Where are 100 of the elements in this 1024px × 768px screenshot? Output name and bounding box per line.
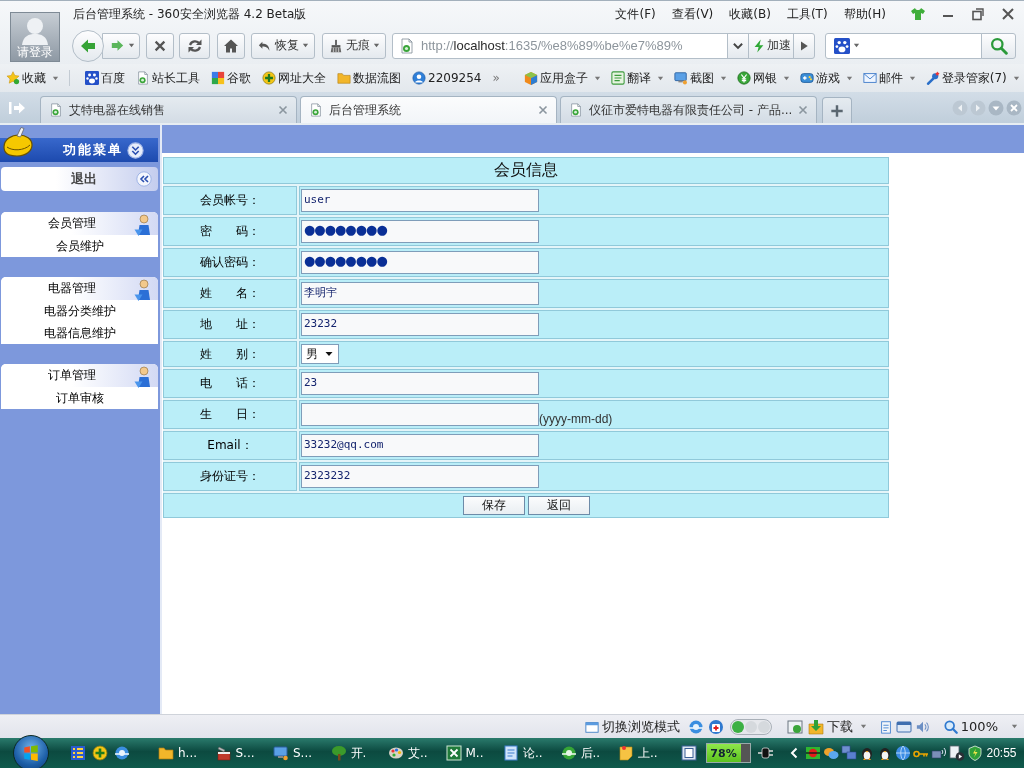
search-button[interactable]: [981, 32, 1016, 59]
downloads-button[interactable]: 下载: [807, 717, 867, 736]
envelope-icon: [862, 71, 877, 85]
caret-icon: [372, 42, 380, 49]
double-chevron-down-icon[interactable]: [127, 141, 144, 159]
taskbar-button[interactable]: h...: [158, 740, 216, 766]
go-button[interactable]: [793, 32, 815, 59]
shield-icon[interactable]: [966, 745, 983, 761]
list-icon[interactable]: [70, 745, 86, 761]
mode-switch-button[interactable]: 切换浏览模式: [584, 717, 680, 736]
wireless-monitor-icon[interactable]: [930, 745, 947, 761]
globe-icon[interactable]: [894, 745, 911, 761]
chat-bubbles-icon[interactable]: [822, 745, 839, 761]
input-field[interactable]: 2323232: [301, 465, 539, 488]
menu-group-title[interactable]: 电器管理: [1, 280, 134, 297]
search-field[interactable]: [825, 32, 982, 59]
restore-button[interactable]: [970, 6, 986, 22]
document-play-icon[interactable]: [948, 745, 965, 761]
bookmark-link[interactable]: 网址大全: [262, 68, 326, 88]
cross-icon: [153, 38, 167, 53]
menu-group-title[interactable]: 会员管理: [1, 215, 134, 232]
password-field[interactable]: ●●●●●●●●: [301, 220, 539, 243]
paw-icon: [85, 71, 99, 85]
window-icon: [584, 719, 599, 734]
stop-button[interactable]: [146, 32, 174, 59]
skin-button[interactable]: [910, 6, 926, 22]
close-tab-icon[interactable]: [538, 105, 548, 115]
browser-tab[interactable]: 艾特电器在线销售: [40, 96, 297, 123]
text-box-icon: [610, 71, 625, 85]
input-field[interactable]: 23232: [301, 313, 539, 336]
toolbar-menu-button[interactable]: 翻译: [610, 68, 664, 88]
taskbar-button[interactable]: S...: [273, 740, 331, 766]
record-icon[interactable]: [804, 745, 821, 761]
browser-icon[interactable]: [114, 745, 130, 761]
close-button[interactable]: [1000, 6, 1016, 22]
menu-group-title[interactable]: 订单管理: [1, 367, 134, 384]
menu-item[interactable]: 帮助(H): [843, 5, 886, 23]
browser-tab[interactable]: 仪征市爱特电器有限责任公司 - 产品...: [560, 96, 817, 123]
restore-tabs-button[interactable]: 恢复: [251, 32, 315, 59]
menu-item[interactable]: 文件(F): [615, 5, 656, 23]
back-button[interactable]: [72, 29, 104, 62]
menu-item[interactable]: 工具(T): [786, 5, 828, 23]
home-button[interactable]: [217, 32, 245, 59]
menu-item[interactable]: 收藏(B): [729, 5, 771, 23]
logout-button[interactable]: 退出: [1, 167, 158, 191]
chevron-left-icon[interactable]: [789, 747, 798, 759]
address-field[interactable]: http://localhost:1635/%e8%89%be%e7%89%: [392, 32, 728, 59]
taskbar-button[interactable]: 上..: [618, 740, 676, 766]
hat-icon: [2, 126, 34, 160]
monitor-icon: [273, 745, 289, 761]
toolbar-menu-button[interactable]: 应用盒子: [523, 68, 601, 88]
taskbar-button[interactable]: 后..: [560, 740, 618, 766]
more-bookmarks-button[interactable]: »: [492, 68, 500, 88]
bookmark-link[interactable]: 谷歌: [211, 68, 251, 88]
caret-icon: [1012, 74, 1020, 82]
plus-circle-icon[interactable]: [92, 745, 108, 761]
bookmark-link[interactable]: 2209254: [412, 68, 482, 88]
incognito-button[interactable]: 无痕: [322, 32, 386, 59]
document-box-icon[interactable]: [680, 745, 697, 761]
first-aid-icon[interactable]: [707, 718, 724, 735]
refresh-button[interactable]: [179, 32, 210, 59]
accelerate-button[interactable]: 加速: [748, 32, 794, 59]
sidebar-link[interactable]: 电器分类维护: [1, 300, 158, 322]
bookmark-link[interactable]: 站长工具: [136, 68, 200, 88]
menu-item[interactable]: 查看(V): [671, 5, 714, 23]
new-tab-button[interactable]: [822, 97, 852, 123]
toolbar-menu-button[interactable]: 登录管家(7): [925, 68, 1020, 88]
browser-tab[interactable]: 后台管理系统: [300, 96, 557, 123]
input-field[interactable]: user: [301, 189, 539, 212]
address-dropdown-button[interactable]: [727, 32, 749, 59]
toolbar-menu-button[interactable]: 截图: [673, 68, 727, 88]
toolbar-menu-button[interactable]: 网银: [736, 68, 790, 88]
input-field[interactable]: 33232@qq.com: [301, 434, 539, 457]
clipboard-icon[interactable]: [878, 719, 893, 734]
bookmark-link[interactable]: 百度: [85, 68, 125, 88]
taskbar-button[interactable]: M..: [445, 740, 503, 766]
bookmark-link[interactable]: 数据流图: [337, 68, 401, 88]
toolbar-menu-button[interactable]: 邮件: [862, 68, 916, 88]
zoom-button[interactable]: 100%: [943, 719, 1018, 734]
download-icon: [807, 718, 824, 735]
toolbar-menu-button[interactable]: 游戏: [799, 68, 853, 88]
form-button[interactable]: 返回: [527, 496, 590, 515]
card-icon[interactable]: [895, 718, 912, 735]
sidebar-toggle-icon[interactable]: [8, 99, 26, 116]
input-field[interactable]: 李明宇: [301, 282, 539, 305]
taskbar-button[interactable]: 论..: [503, 740, 561, 766]
taskbar-button[interactable]: S...: [215, 740, 273, 766]
form-button[interactable]: 保存: [462, 496, 525, 515]
input-field[interactable]: [301, 403, 539, 426]
speaker-icon[interactable]: [915, 719, 930, 734]
favorites-menu[interactable]: 收藏: [6, 68, 59, 88]
select-field[interactable]: 男: [301, 344, 339, 364]
start-button[interactable]: [13, 735, 49, 768]
password-field[interactable]: ●●●●●●●●: [301, 251, 539, 274]
sidebar-link[interactable]: 电器信息维护: [1, 322, 158, 344]
sidebar-link[interactable]: 会员维护: [1, 235, 158, 257]
taskbar-button[interactable]: 开.: [330, 740, 388, 766]
sidebar-link[interactable]: 订单审核: [1, 387, 158, 409]
taskbar-button[interactable]: 艾..: [388, 740, 446, 766]
input-field[interactable]: 23: [301, 372, 539, 395]
